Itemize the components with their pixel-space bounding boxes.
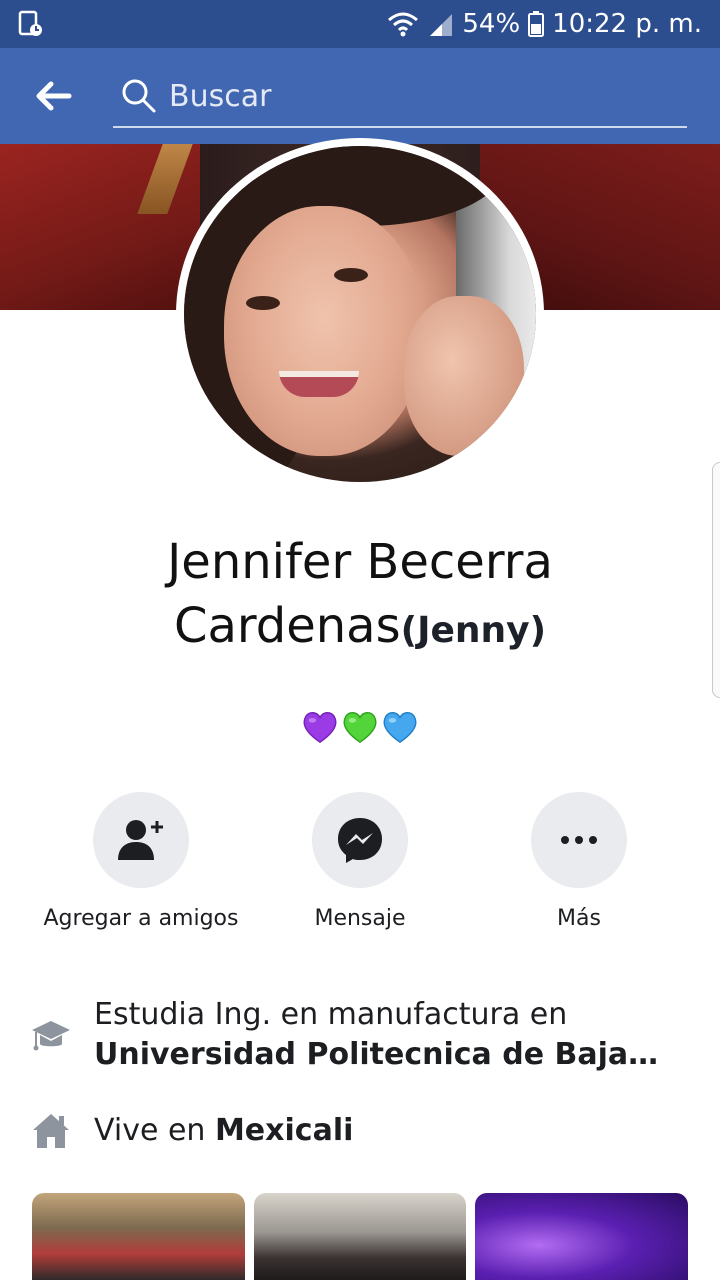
battery-percent: 54% xyxy=(462,9,521,39)
search-input[interactable] xyxy=(169,78,687,114)
screen-recorder-icon xyxy=(18,10,42,36)
profile-name: Jennifer Becerra Cardenas(Jenny) xyxy=(0,530,720,663)
green-heart-icon xyxy=(343,712,377,744)
name-surname: Cardenas xyxy=(173,598,401,654)
search-icon xyxy=(122,79,156,113)
name-second-line: Cardenas(Jenny) xyxy=(0,594,720,663)
add-friend-button[interactable]: Agregar a amigos xyxy=(31,792,251,931)
status-bar: 54% 10:22 p. m. xyxy=(0,0,720,48)
blue-heart-icon xyxy=(383,712,417,744)
edge-panel-handle[interactable] xyxy=(712,462,720,698)
lives-prefix: Vive en xyxy=(94,1113,215,1148)
name-first-line: Jennifer Becerra xyxy=(167,534,553,590)
clock: 10:22 p. m. xyxy=(552,9,702,39)
profile-bio xyxy=(0,700,720,754)
app-header xyxy=(0,48,720,144)
education-school[interactable]: Universidad Politecnica de Baja Californ… xyxy=(94,1035,660,1075)
intro-lives-in[interactable]: Vive en Mexicali xyxy=(30,1110,690,1152)
message-label: Mensaje xyxy=(314,906,406,931)
purple-heart-icon xyxy=(303,712,337,744)
battery-icon xyxy=(528,11,545,37)
search-bar[interactable] xyxy=(113,66,687,128)
add-friend-icon xyxy=(118,820,163,860)
more-label: Más xyxy=(557,906,601,931)
nickname: (Jenny) xyxy=(400,610,547,651)
messenger-icon xyxy=(338,818,382,863)
photo-thumbnail[interactable] xyxy=(32,1193,245,1280)
signal-icon xyxy=(430,14,453,36)
status-right: 54% 10:22 p. m. xyxy=(386,6,702,42)
wifi-icon xyxy=(388,12,419,37)
graduation-cap-icon xyxy=(32,1021,70,1051)
more-icon xyxy=(561,836,597,844)
lives-city[interactable]: Mexicali xyxy=(215,1113,353,1148)
message-button[interactable]: Mensaje xyxy=(250,792,470,931)
more-button[interactable]: Más xyxy=(469,792,689,931)
back-button[interactable] xyxy=(28,70,80,122)
add-friend-label: Agregar a amigos xyxy=(43,906,239,931)
photo-thumbnail[interactable] xyxy=(253,1193,467,1280)
back-arrow-icon xyxy=(36,81,72,111)
photo-thumbnail[interactable] xyxy=(475,1193,689,1280)
intro-education[interactable]: Estudia Ing. en manufactura en Universid… xyxy=(30,995,690,1075)
education-prefix: Estudia Ing. en manufactura en xyxy=(94,997,568,1032)
profile-picture[interactable] xyxy=(176,138,544,490)
profile-actions: Agregar a amigos Mensaje Más xyxy=(0,792,720,942)
home-icon xyxy=(33,1114,69,1148)
photo-grid xyxy=(32,1193,689,1280)
